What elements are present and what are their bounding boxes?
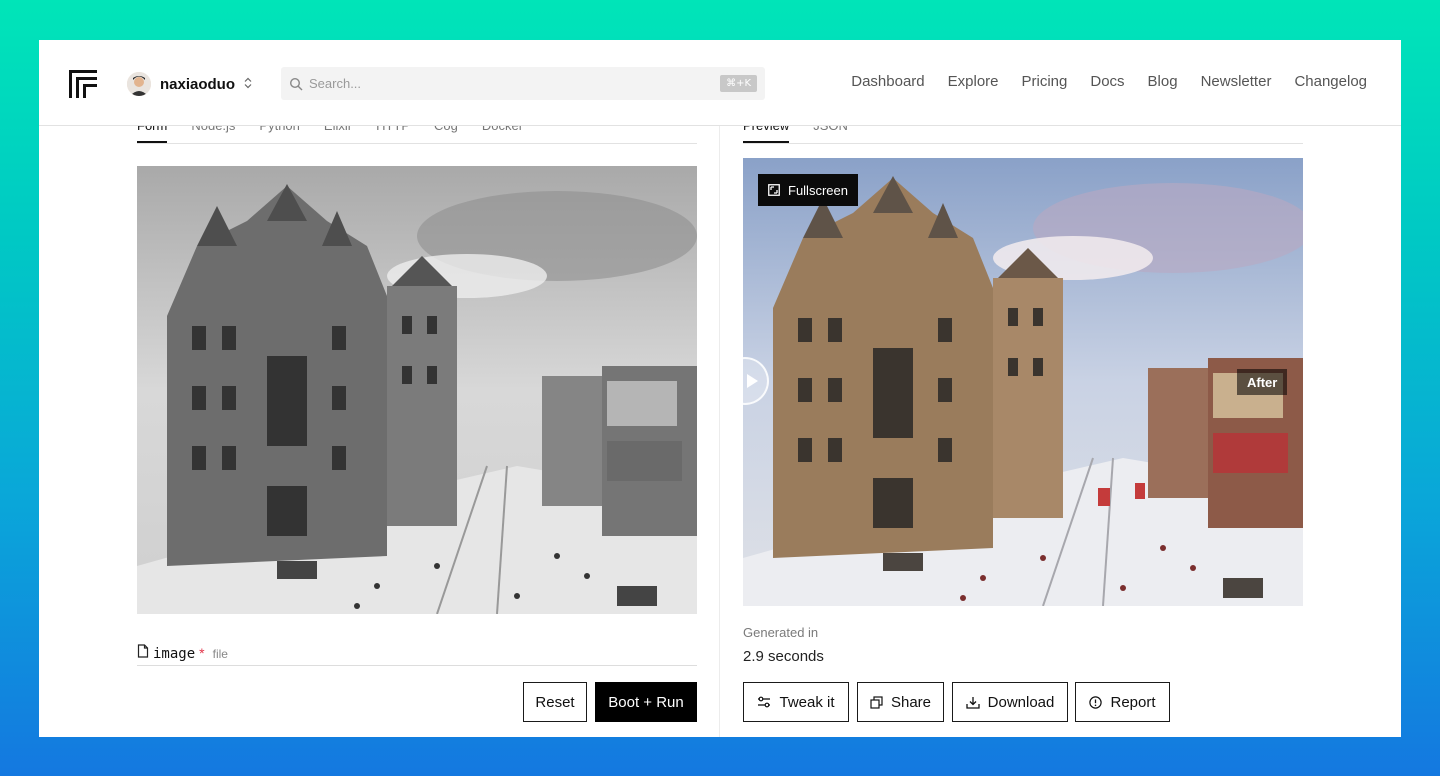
alert-circle-icon <box>1089 695 1103 709</box>
input-image-preview[interactable] <box>137 166 697 614</box>
nav-docs[interactable]: Docs <box>1090 73 1124 90</box>
generated-in-label: Generated in <box>743 625 819 640</box>
field-name: image <box>153 646 196 662</box>
account-switcher[interactable]: naxiaoduo <box>127 71 252 97</box>
search-input[interactable] <box>309 76 721 91</box>
field-type: file <box>212 647 228 661</box>
nav-pricing[interactable]: Pricing <box>1022 73 1068 90</box>
tweak-button[interactable]: Tweak it <box>743 682 849 722</box>
nav-dashboard[interactable]: Dashboard <box>851 73 924 90</box>
fullscreen-icon <box>768 184 780 196</box>
username: naxiaoduo <box>160 75 236 93</box>
nav-changelog[interactable]: Changelog <box>1294 73 1367 90</box>
share-label: Share <box>890 693 932 711</box>
search-bar[interactable]: ⌘+K <box>281 67 765 100</box>
sliders-icon <box>758 696 771 708</box>
reset-button[interactable]: Reset <box>523 682 587 722</box>
compare-slider-handle[interactable] <box>721 357 769 405</box>
main-nav: Dashboard Explore Pricing Docs Blog News… <box>851 73 1367 90</box>
report-button[interactable]: Report <box>1075 682 1170 722</box>
image-field-label: image * file <box>137 644 697 666</box>
download-button[interactable]: Download <box>952 682 1068 722</box>
generated-time-value: 2.9 seconds <box>743 648 824 665</box>
fullscreen-label: Fullscreen <box>788 182 848 198</box>
fullscreen-button[interactable]: Fullscreen <box>758 174 858 206</box>
output-image-preview[interactable] <box>743 158 1303 606</box>
tab-elixir[interactable]: Elixir <box>324 126 352 143</box>
output-tabs: Preview JSON <box>743 126 1303 144</box>
search-icon <box>289 77 303 90</box>
top-header: naxiaoduo ⌘+K Dashboard Explore Pricing … <box>39 40 1401 126</box>
download-label: Download <box>987 693 1055 711</box>
tab-json[interactable]: JSON <box>813 126 848 143</box>
report-label: Report <box>1110 693 1156 711</box>
nav-newsletter[interactable]: Newsletter <box>1201 73 1272 90</box>
required-mark: * <box>199 645 205 661</box>
after-badge: After <box>1237 369 1288 395</box>
app-window: naxiaoduo ⌘+K Dashboard Explore Pricing … <box>39 40 1401 737</box>
file-icon <box>137 644 149 658</box>
tab-nodejs[interactable]: Node.js <box>191 126 235 143</box>
tab-cog[interactable]: Cog <box>434 126 458 143</box>
tweak-label: Tweak it <box>779 693 835 711</box>
tab-preview[interactable]: Preview <box>743 126 790 143</box>
share-button[interactable]: Share <box>857 682 944 722</box>
nav-blog[interactable]: Blog <box>1148 73 1178 90</box>
nav-explore[interactable]: Explore <box>948 73 999 90</box>
input-tabs: Form Node.js Python Elixir HTTP Cog Dock… <box>137 126 697 144</box>
tab-python[interactable]: Python <box>259 126 299 143</box>
download-icon <box>965 696 980 709</box>
boot-run-button[interactable]: Boot + Run <box>595 682 697 722</box>
search-shortcut-badge: ⌘+K <box>720 75 757 92</box>
avatar <box>127 72 151 96</box>
play-arrow-icon <box>747 374 758 388</box>
copy-icon <box>870 695 883 709</box>
tab-http[interactable]: HTTP <box>376 126 410 143</box>
tab-docker[interactable]: Docker <box>482 126 523 143</box>
replicate-logo-icon[interactable] <box>67 68 99 100</box>
chevron-updown-icon <box>244 77 252 92</box>
panel-divider <box>719 126 720 737</box>
tab-form[interactable]: Form <box>137 126 168 143</box>
